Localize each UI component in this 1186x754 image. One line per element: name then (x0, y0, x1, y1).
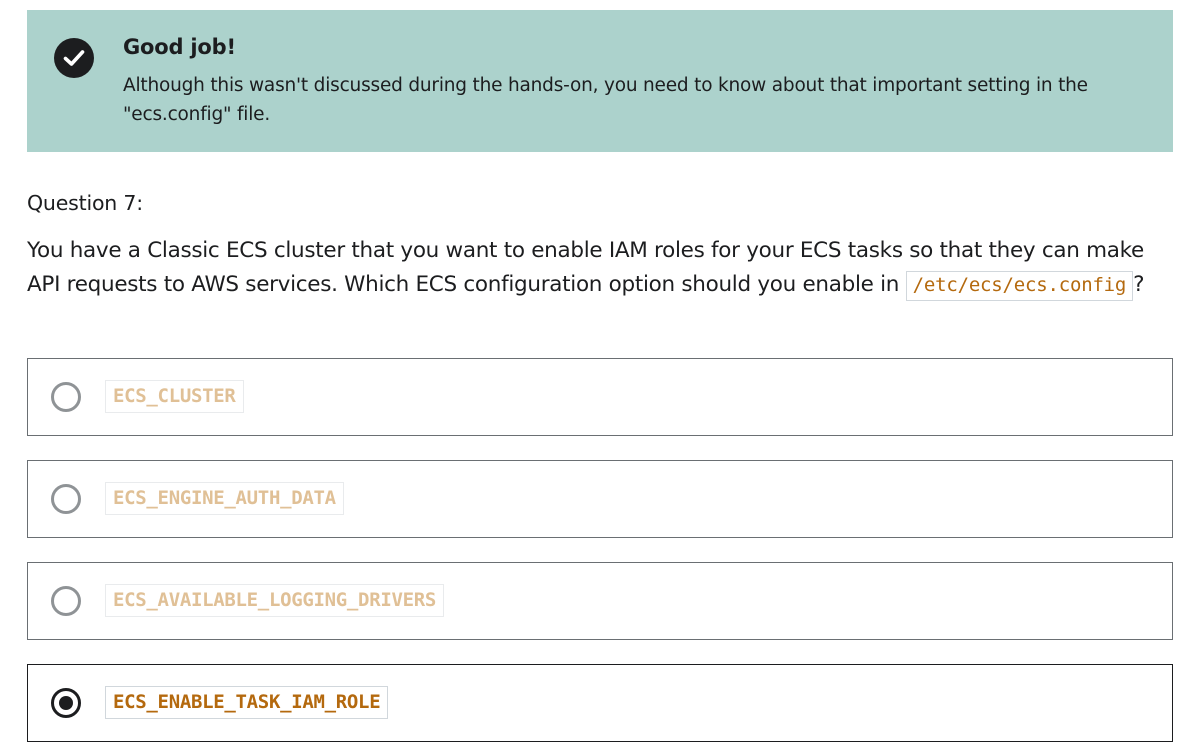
answer-option-3-label: ECS_AVAILABLE_LOGGING_DRIVERS (105, 584, 445, 617)
question-number: Question 7: (27, 191, 143, 215)
radio-button-4-selected[interactable] (51, 688, 81, 718)
answer-option-1[interactable]: ECS_CLUSTER (27, 358, 1173, 436)
check-circle-icon (54, 38, 94, 78)
feedback-title: Good job! (123, 35, 236, 59)
answer-option-2-label: ECS_ENGINE_AUTH_DATA (105, 482, 344, 515)
radio-button-2[interactable] (51, 484, 81, 514)
question-suffix: ? (1133, 272, 1145, 297)
answer-option-4[interactable]: ECS_ENABLE_TASK_IAM_ROLE (27, 664, 1173, 742)
answer-option-2[interactable]: ECS_ENGINE_AUTH_DATA (27, 460, 1173, 538)
radio-button-3[interactable] (51, 586, 81, 616)
radio-selected-dot (59, 696, 73, 710)
answer-option-3[interactable]: ECS_AVAILABLE_LOGGING_DRIVERS (27, 562, 1173, 640)
feedback-message: Although this wasn't discussed during th… (123, 75, 1088, 125)
config-path-code: /etc/ecs/ecs.config (905, 271, 1134, 301)
question-prompt: You have a Classic ECS cluster that you … (27, 234, 1177, 302)
answer-option-4-label: ECS_ENABLE_TASK_IAM_ROLE (105, 686, 389, 719)
feedback-alert: Good job! Although this wasn't discussed… (27, 10, 1173, 152)
radio-button-1[interactable] (51, 382, 81, 412)
answer-option-1-label: ECS_CLUSTER (105, 380, 244, 413)
